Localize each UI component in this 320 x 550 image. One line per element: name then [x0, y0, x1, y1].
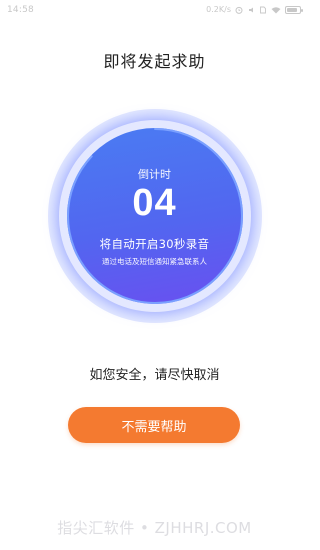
status-bar: 14:58 0.2K/s: [0, 0, 309, 22]
page-title: 即将发起求助: [103, 52, 206, 71]
battery-level: [287, 7, 297, 12]
status-time: 14:58: [7, 5, 34, 15]
countdown-progress-arc: [66, 128, 243, 304]
wifi-icon: [271, 6, 281, 13]
network-speed: 0.2K/s: [206, 5, 231, 14]
sim-icon: [260, 6, 266, 13]
silent-icon: [249, 7, 253, 12]
status-icons: 0.2K/s: [206, 5, 303, 14]
battery-icon: [285, 5, 303, 14]
countdown-progress-ring: [66, 128, 243, 304]
watermark: 指尖汇软件 • ZJHHRJ.COM: [57, 519, 252, 537]
safety-message: 如您安全，请尽快取消: [89, 368, 220, 383]
no-help-needed-button[interactable]: 不需要帮助: [68, 407, 240, 443]
alarm-icon: [235, 6, 243, 14]
